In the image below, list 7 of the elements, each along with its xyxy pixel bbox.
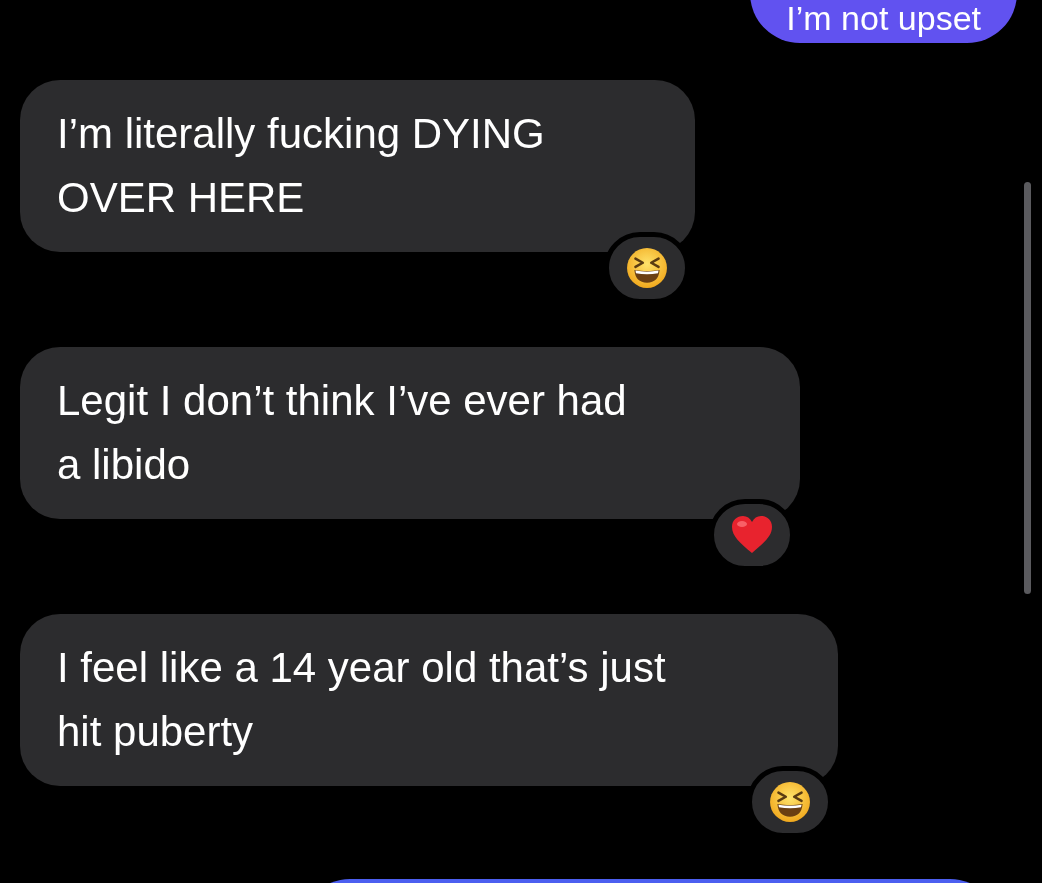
heart-icon bbox=[730, 515, 774, 555]
message-text: I’m not upset bbox=[786, 1, 981, 35]
message-text: I feel like a 14 year old that’s just hit puberty bbox=[57, 643, 667, 757]
message-text: Legit I don’t think I’ve ever had a libido bbox=[57, 376, 628, 490]
laughing-face-icon bbox=[626, 247, 668, 289]
message-text: I’m literally fucking DYING OVER HERE bbox=[57, 109, 546, 223]
laughing-face-icon bbox=[769, 781, 811, 823]
